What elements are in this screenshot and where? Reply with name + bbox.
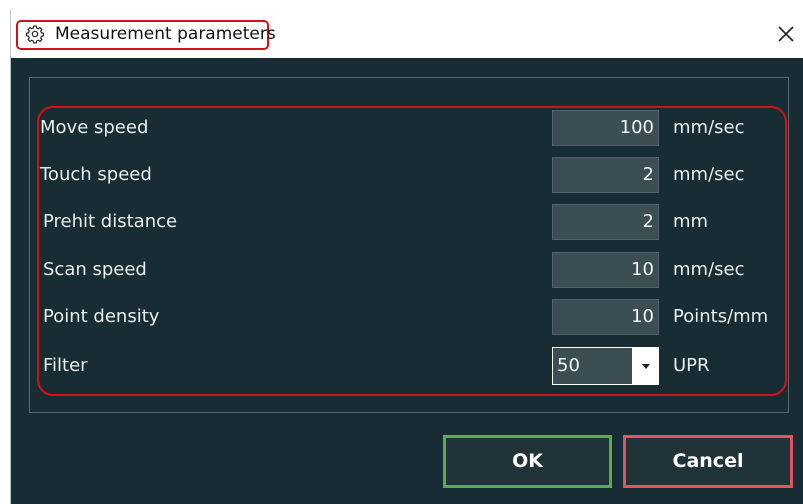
- gear-icon: [26, 25, 45, 44]
- filter-dropdown-button[interactable]: [632, 348, 658, 384]
- touch-speed-input[interactable]: 2: [552, 157, 659, 193]
- close-icon[interactable]: [774, 22, 798, 46]
- point-density-input[interactable]: 10: [552, 299, 659, 335]
- move-speed-label: Move speed: [40, 117, 149, 138]
- point-density-unit: Points/mm: [673, 306, 769, 327]
- filter-select[interactable]: 50: [552, 347, 659, 385]
- prehit-distance-label: Prehit distance: [43, 211, 178, 232]
- title-bar: Measurement parameters: [11, 10, 803, 58]
- move-speed-input[interactable]: 100: [552, 110, 659, 146]
- cancel-button[interactable]: Cancel: [623, 435, 793, 488]
- prehit-distance-input[interactable]: 2: [552, 204, 659, 240]
- filter-unit: UPR: [673, 355, 710, 376]
- filter-select-value: 50: [557, 355, 580, 376]
- scan-speed-input[interactable]: 10: [552, 252, 659, 288]
- chevron-down-icon: [642, 364, 650, 369]
- scan-speed-unit: mm/sec: [673, 259, 745, 280]
- parameters-highlight: [37, 106, 787, 396]
- point-density-label: Point density: [43, 306, 160, 327]
- prehit-distance-unit: mm: [673, 211, 709, 232]
- filter-label: Filter: [43, 355, 88, 376]
- ok-button[interactable]: OK: [443, 435, 612, 488]
- touch-speed-unit: mm/sec: [673, 164, 745, 185]
- scan-speed-label: Scan speed: [43, 259, 147, 280]
- touch-speed-label: Touch speed: [40, 164, 152, 185]
- move-speed-unit: mm/sec: [673, 117, 745, 138]
- dialog-title: Measurement parameters: [55, 24, 276, 44]
- measurement-parameters-dialog: Measurement parameters Move speed 100 mm…: [10, 10, 803, 504]
